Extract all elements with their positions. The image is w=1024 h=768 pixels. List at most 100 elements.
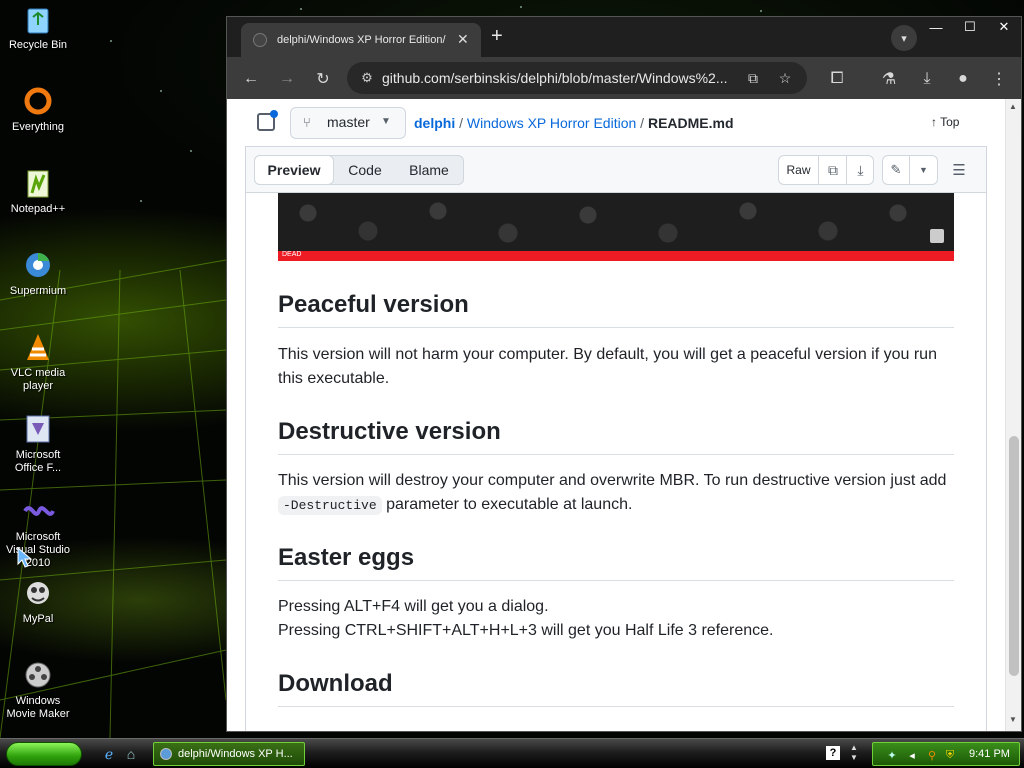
chevron-down-icon: ▼ <box>381 116 391 127</box>
paragraph-easter: Pressing ALT+F4 will get you a dialog. P… <box>278 595 954 643</box>
tab-blame[interactable]: Blame <box>395 156 463 184</box>
desktop-icon-vlc[interactable]: VLC media player <box>0 330 76 393</box>
breadcrumb-separator: / <box>459 115 464 131</box>
shield-icon[interactable]: ⛨ <box>943 748 957 762</box>
scrollbar-thumb[interactable] <box>1009 436 1019 676</box>
desktop-icon-visual-studio[interactable]: Microsoft Visual Studio 2010 <box>0 494 76 570</box>
breadcrumb-repo-link[interactable]: delphi <box>414 115 455 131</box>
browser-tab[interactable]: delphi/Windows XP Horror Edition/ ✕ <box>241 23 481 57</box>
notification-dot <box>270 110 278 118</box>
chevron-down-icon[interactable]: ▼ <box>910 156 937 184</box>
tab-search-button[interactable]: ▾ <box>891 25 917 51</box>
notepad-plus-plus-icon <box>21 166 55 200</box>
arrow-up-icon: ↑ <box>931 115 937 129</box>
tab-code[interactable]: Code <box>335 156 395 184</box>
downloads-icon[interactable]: ⤓ <box>913 65 941 93</box>
outline-list-icon[interactable]: ☰ <box>944 155 974 185</box>
tab-strip: delphi/Windows XP Horror Edition/ ✕ + ▾ … <box>227 17 1021 57</box>
copy-icon[interactable]: ⧉ <box>820 156 847 184</box>
breadcrumb-separator: / <box>640 115 645 131</box>
supermium-icon <box>21 248 55 282</box>
easter-line-1: Pressing ALT+F4 will get you a dialog. <box>278 598 549 615</box>
desktop-icon-movie-maker[interactable]: Windows Movie Maker <box>0 658 76 721</box>
site-info-icon[interactable]: ⚙ <box>357 68 377 88</box>
help-icon[interactable]: ? <box>826 746 840 760</box>
desktop-icon-supermium[interactable]: Supermium <box>0 248 76 298</box>
minimize-button[interactable]: — <box>919 17 953 37</box>
scroll-up-arrow-icon[interactable]: ▲ <box>1009 102 1017 111</box>
taskbar-window-button[interactable]: delphi/Windows XP H... <box>153 742 305 766</box>
paragraph-destructive: This version will destroy your computer … <box>278 469 954 518</box>
address-bar[interactable]: ⚙ github.com/serbinskis/delphi/blob/mast… <box>347 62 807 94</box>
maximize-button[interactable]: ☐ <box>953 17 987 37</box>
mouse-cursor <box>17 546 33 568</box>
new-tab-button[interactable]: + <box>491 25 503 48</box>
heading-easter-eggs: Easter eggs <box>278 544 954 581</box>
breadcrumb-folder-link[interactable]: Windows XP Horror Edition <box>467 115 636 131</box>
extensions-icon[interactable]: ⧠ <box>823 65 851 93</box>
branch-selector[interactable]: ⑂ master ▼ <box>290 107 406 139</box>
internet-explorer-icon[interactable]: ℯ <box>100 745 118 763</box>
paragraph-peaceful: This version will not harm your computer… <box>278 346 937 387</box>
labs-flask-icon[interactable]: ⚗ <box>875 65 903 93</box>
network-icon[interactable]: ✦ <box>885 748 899 762</box>
back-button[interactable]: ← <box>237 65 265 93</box>
heading-download: Download <box>278 670 954 707</box>
start-button[interactable] <box>6 742 82 766</box>
bookmark-star-icon[interactable]: ☆ <box>775 68 795 88</box>
web-page: ⑂ master ▼ delphi / Windows XP Horror Ed… <box>227 99 1021 731</box>
tray-scroll-arrows-icon[interactable]: ▲ ▼ <box>850 743 858 763</box>
tab-preview[interactable]: Preview <box>254 155 334 185</box>
skull-texture <box>278 193 954 251</box>
git-branch-icon: ⑂ <box>303 115 311 130</box>
vlc-icon <box>21 330 55 364</box>
tab-close-icon[interactable]: ✕ <box>457 31 469 48</box>
banner-dead-label: DEAD <box>282 251 302 258</box>
top-link[interactable]: ↑ Top <box>931 115 959 129</box>
everything-icon <box>21 84 55 118</box>
mypal-icon <box>21 576 55 610</box>
raw-button[interactable]: Raw <box>779 156 819 184</box>
reload-button[interactable]: ↻ <box>309 65 337 93</box>
easter-line-2: Pressing CTRL+SHIFT+ALT+H+L+3 will get y… <box>278 622 774 639</box>
side-panel-toggle-icon[interactable] <box>257 110 278 131</box>
scroll-down-arrow-icon[interactable]: ▼ <box>1009 715 1017 724</box>
readme-content: DEAD Peaceful version This version will … <box>245 193 987 731</box>
desktop-icon-notepad-plus-plus[interactable]: Notepad++ <box>0 166 76 216</box>
system-tray: ✦ ◂ ⚲ ⛨ 9:41 PM <box>872 742 1020 766</box>
branch-name: master <box>327 114 370 130</box>
raw-actions-group: Raw ⧉ ⤓ <box>778 155 874 185</box>
install-app-icon[interactable]: ⧉ <box>743 68 763 88</box>
paragraph-destructive-text: This version will destroy your computer … <box>278 472 947 489</box>
close-window-button[interactable]: ✕ <box>987 17 1021 37</box>
breadcrumb-file: README.md <box>647 115 734 131</box>
desktop-icon-everything[interactable]: Everything <box>0 84 76 134</box>
browser-toolbar: ← → ↻ ⚙ github.com/serbinskis/delphi/blo… <box>227 57 1021 99</box>
profile-avatar-icon[interactable]: ● <box>949 65 977 93</box>
banner-recycle-bin-icon <box>930 229 944 243</box>
page-scrollbar[interactable]: ▲ ▼ <box>1005 99 1021 731</box>
taskbar-window-label: delphi/Windows XP H... <box>178 748 293 760</box>
browser-window: delphi/Windows XP Horror Edition/ ✕ + ▾ … <box>226 16 1022 732</box>
clock[interactable]: 9:41 PM <box>969 748 1010 760</box>
paragraph-destructive-tail: parameter to executable at launch. <box>381 496 633 513</box>
tab-title: delphi/Windows XP Horror Edition/ <box>277 34 446 46</box>
file-toolbar: Preview Code Blame Raw ⧉ ⤓ ✎ ▼ ☰ <box>245 147 987 193</box>
download-icon[interactable]: ⤓ <box>847 156 874 184</box>
search-icon[interactable]: ⚲ <box>925 748 939 762</box>
edit-actions-group: ✎ ▼ <box>882 155 938 185</box>
menu-kebab-icon[interactable]: ⋮ <box>985 65 1013 93</box>
volume-icon[interactable]: ◂ <box>905 748 919 762</box>
quick-launch-icon[interactable]: ⌂ <box>122 745 140 763</box>
office-icon <box>21 412 55 446</box>
readme-banner-image: DEAD <box>278 193 954 261</box>
desktop-icon-office[interactable]: Microsoft Office F... <box>0 412 76 475</box>
desktop-icon-mypal[interactable]: MyPal <box>0 576 76 626</box>
desktop-icon-recycle-bin[interactable]: Recycle Bin <box>0 2 76 52</box>
pencil-edit-icon[interactable]: ✎ <box>883 156 910 184</box>
url-text: github.com/serbinskis/delphi/blob/master… <box>382 70 728 86</box>
breadcrumb: delphi / Windows XP Horror Edition / REA… <box>414 115 734 131</box>
recycle-bin-icon <box>21 2 55 36</box>
forward-button[interactable]: → <box>273 65 301 93</box>
movie-maker-icon <box>21 658 55 692</box>
